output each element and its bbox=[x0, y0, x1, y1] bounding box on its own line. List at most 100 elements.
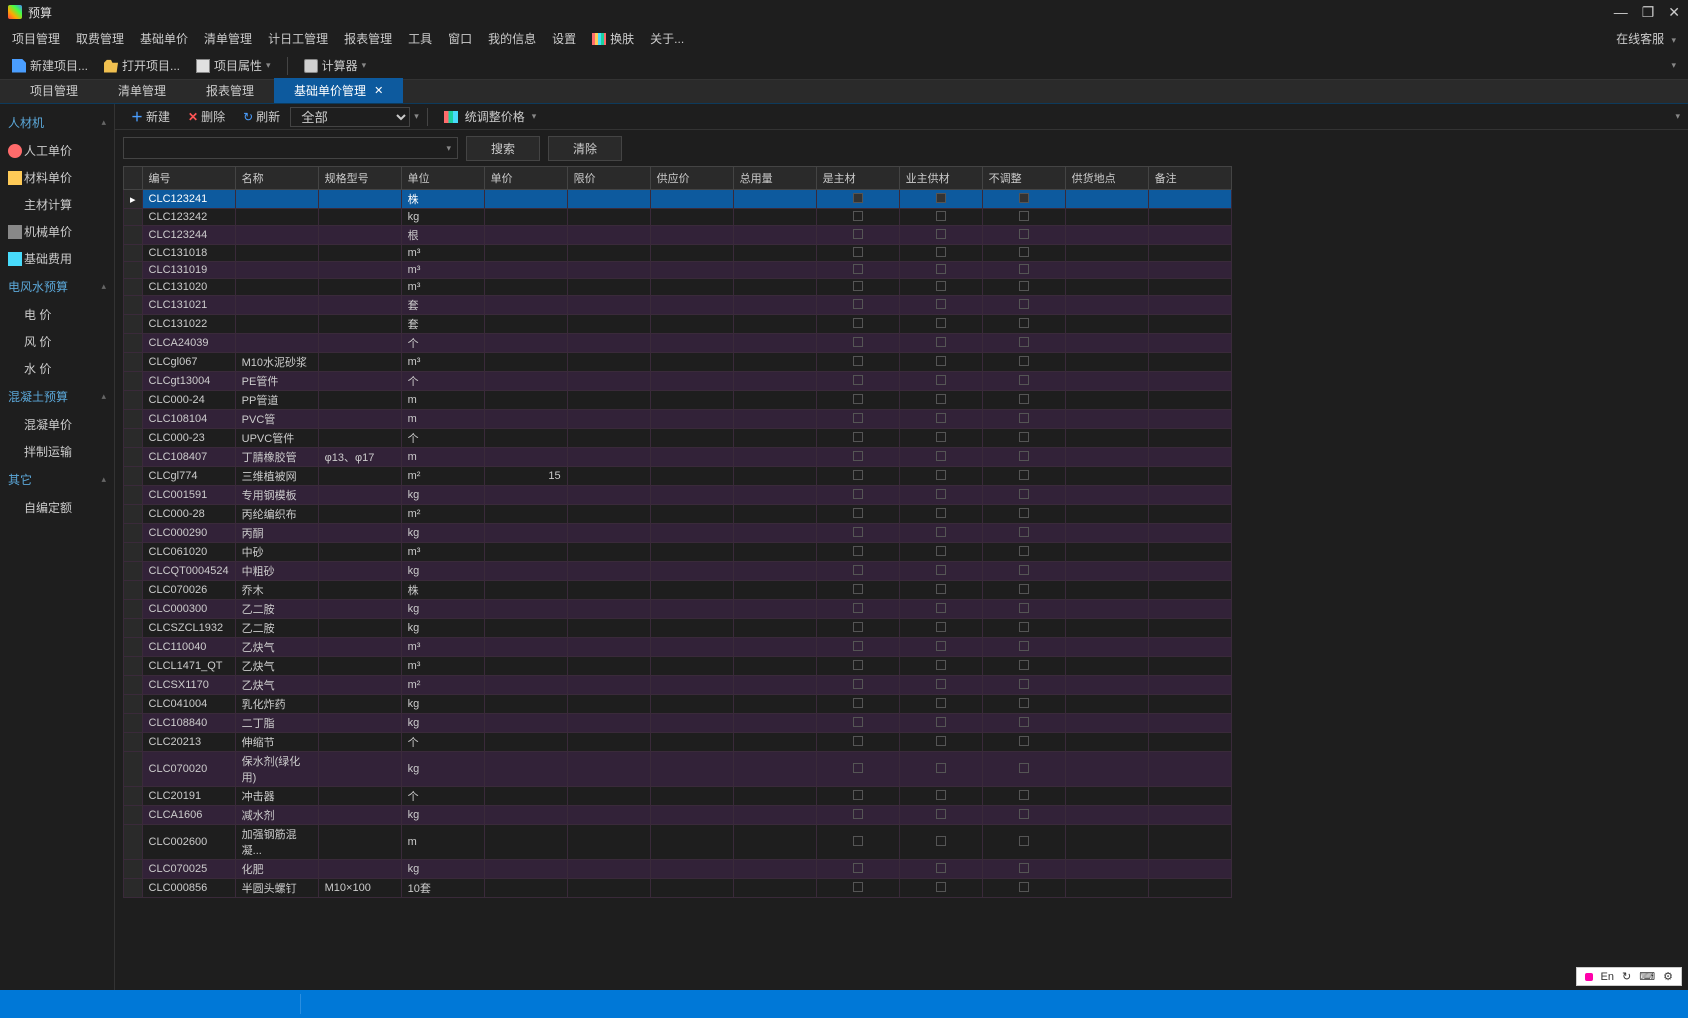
checkbox-main[interactable] bbox=[853, 432, 863, 442]
checkbox-owner[interactable] bbox=[936, 603, 946, 613]
table-row[interactable]: CLCA24039个 bbox=[124, 334, 1232, 353]
checkbox-noadj[interactable] bbox=[1019, 790, 1029, 800]
checkbox-main[interactable] bbox=[853, 489, 863, 499]
checkbox-noadj[interactable] bbox=[1019, 565, 1029, 575]
checkbox-noadj[interactable] bbox=[1019, 660, 1029, 670]
checkbox-owner[interactable] bbox=[936, 247, 946, 257]
clear-button[interactable]: 清除 bbox=[548, 136, 622, 161]
col-header-6[interactable]: 供应价 bbox=[650, 167, 733, 190]
checkbox-owner[interactable] bbox=[936, 281, 946, 291]
adjust-price-button[interactable]: 统调整价格 ▾ bbox=[436, 106, 545, 127]
col-header-1[interactable]: 名称 bbox=[235, 167, 318, 190]
menu-item-0[interactable]: 项目管理 bbox=[12, 30, 60, 47]
table-row[interactable]: CLCgt13004PE管件个 bbox=[124, 372, 1232, 391]
menu-item-9[interactable]: 设置 bbox=[552, 30, 576, 47]
table-row[interactable]: CLCgl774三维植被网m²15 bbox=[124, 467, 1232, 486]
checkbox-main[interactable] bbox=[853, 584, 863, 594]
sidebar-item-0-2[interactable]: 主材计算 bbox=[0, 191, 114, 218]
checkbox-main[interactable] bbox=[853, 451, 863, 461]
menu-item-1[interactable]: 取费管理 bbox=[76, 30, 124, 47]
viewtab-1[interactable]: 清单管理 bbox=[98, 78, 186, 103]
search-dropdown-icon[interactable]: ▾ bbox=[440, 143, 457, 154]
checkbox-noadj[interactable] bbox=[1019, 489, 1029, 499]
checkbox-main[interactable] bbox=[853, 546, 863, 556]
sidebar-section-3[interactable]: 其它▴ bbox=[0, 465, 114, 494]
table-row[interactable]: CLCL1471_QT乙炔气m³ bbox=[124, 657, 1232, 676]
col-header-0[interactable]: 编号 bbox=[142, 167, 235, 190]
table-row[interactable]: CLC002600加强钢筋混凝...m bbox=[124, 825, 1232, 860]
checkbox-owner[interactable] bbox=[936, 698, 946, 708]
checkbox-main[interactable] bbox=[853, 863, 863, 873]
checkbox-main[interactable] bbox=[853, 717, 863, 727]
checkbox-noadj[interactable] bbox=[1019, 375, 1029, 385]
project-properties-button[interactable]: 项目属性 ▾ bbox=[196, 57, 271, 74]
checkbox-noadj[interactable] bbox=[1019, 211, 1029, 221]
viewtab-3[interactable]: 基础单价管理✕ bbox=[274, 78, 403, 103]
tray-sync-icon[interactable]: ↻ bbox=[1622, 970, 1631, 983]
table-row[interactable]: CLC108407丁腈橡胶管φ13、φ17m bbox=[124, 448, 1232, 467]
checkbox-main[interactable] bbox=[853, 527, 863, 537]
table-row[interactable]: CLC000856半圆头螺钉M10×10010套 bbox=[124, 879, 1232, 898]
table-row[interactable]: CLC061020中砂m³ bbox=[124, 543, 1232, 562]
col-header-5[interactable]: 限价 bbox=[567, 167, 650, 190]
checkbox-noadj[interactable] bbox=[1019, 882, 1029, 892]
table-row[interactable]: CLC131019m³ bbox=[124, 262, 1232, 279]
checkbox-owner[interactable] bbox=[936, 863, 946, 873]
checkbox-main[interactable] bbox=[853, 211, 863, 221]
checkbox-owner[interactable] bbox=[936, 356, 946, 366]
table-row[interactable]: CLC000290丙酮kg bbox=[124, 524, 1232, 543]
menu-about[interactable]: 关于... bbox=[650, 30, 684, 47]
checkbox-noadj[interactable] bbox=[1019, 641, 1029, 651]
checkbox-main[interactable] bbox=[853, 318, 863, 328]
table-row[interactable]: CLCSZCL1932乙二胺kg bbox=[124, 619, 1232, 638]
col-header-12[interactable]: 备注 bbox=[1148, 167, 1231, 190]
sidebar-item-2-1[interactable]: 拌制运输 bbox=[0, 438, 114, 465]
checkbox-main[interactable] bbox=[853, 470, 863, 480]
checkbox-noadj[interactable] bbox=[1019, 193, 1029, 203]
menu-item-6[interactable]: 工具 bbox=[408, 30, 432, 47]
table-row[interactable]: CLC20191冲击器个 bbox=[124, 787, 1232, 806]
checkbox-owner[interactable] bbox=[936, 809, 946, 819]
checkbox-main[interactable] bbox=[853, 375, 863, 385]
checkbox-owner[interactable] bbox=[936, 717, 946, 727]
sidebar-item-0-0[interactable]: 人工单价 bbox=[0, 137, 114, 164]
checkbox-owner[interactable] bbox=[936, 318, 946, 328]
checkbox-noadj[interactable] bbox=[1019, 679, 1029, 689]
col-header-2[interactable]: 规格型号 bbox=[318, 167, 401, 190]
table-row[interactable]: CLC070020保水剂(绿化用)kg bbox=[124, 752, 1232, 787]
col-header-7[interactable]: 总用量 bbox=[733, 167, 816, 190]
table-row[interactable]: CLCQT0004524中粗砂kg bbox=[124, 562, 1232, 581]
sidebar-item-0-4[interactable]: 基础费用 bbox=[0, 245, 114, 272]
checkbox-owner[interactable] bbox=[936, 299, 946, 309]
maximize-button[interactable]: ❐ bbox=[1642, 4, 1655, 21]
close-button[interactable]: ✕ bbox=[1668, 4, 1680, 21]
checkbox-noadj[interactable] bbox=[1019, 809, 1029, 819]
checkbox-main[interactable] bbox=[853, 622, 863, 632]
checkbox-owner[interactable] bbox=[936, 211, 946, 221]
checkbox-main[interactable] bbox=[853, 565, 863, 575]
table-row[interactable]: CLC108840二丁脂kg bbox=[124, 714, 1232, 733]
refresh-button[interactable]: ↻刷新 bbox=[235, 106, 288, 127]
minimize-button[interactable]: — bbox=[1614, 4, 1628, 21]
checkbox-main[interactable] bbox=[853, 763, 863, 773]
col-header-8[interactable]: 是主材 bbox=[816, 167, 899, 190]
table-row[interactable]: CLC000300乙二胺kg bbox=[124, 600, 1232, 619]
checkbox-noadj[interactable] bbox=[1019, 318, 1029, 328]
checkbox-main[interactable] bbox=[853, 281, 863, 291]
checkbox-main[interactable] bbox=[853, 790, 863, 800]
checkbox-noadj[interactable] bbox=[1019, 622, 1029, 632]
tray-keyboard-icon[interactable]: ⌨ bbox=[1639, 970, 1655, 983]
checkbox-noadj[interactable] bbox=[1019, 247, 1029, 257]
checkbox-main[interactable] bbox=[853, 641, 863, 651]
sidebar-section-1[interactable]: 电风水预算▴ bbox=[0, 272, 114, 301]
sidebar-item-1-1[interactable]: 风 价 bbox=[0, 328, 114, 355]
checkbox-main[interactable] bbox=[853, 698, 863, 708]
checkbox-main[interactable] bbox=[853, 193, 863, 203]
checkbox-owner[interactable] bbox=[936, 584, 946, 594]
tray-settings-icon[interactable]: ⚙ bbox=[1663, 970, 1673, 983]
table-row[interactable]: ▸CLC123241株 bbox=[124, 190, 1232, 209]
open-project-button[interactable]: 打开项目... bbox=[104, 57, 180, 74]
checkbox-owner[interactable] bbox=[936, 622, 946, 632]
checkbox-owner[interactable] bbox=[936, 413, 946, 423]
col-header-11[interactable]: 供货地点 bbox=[1065, 167, 1148, 190]
